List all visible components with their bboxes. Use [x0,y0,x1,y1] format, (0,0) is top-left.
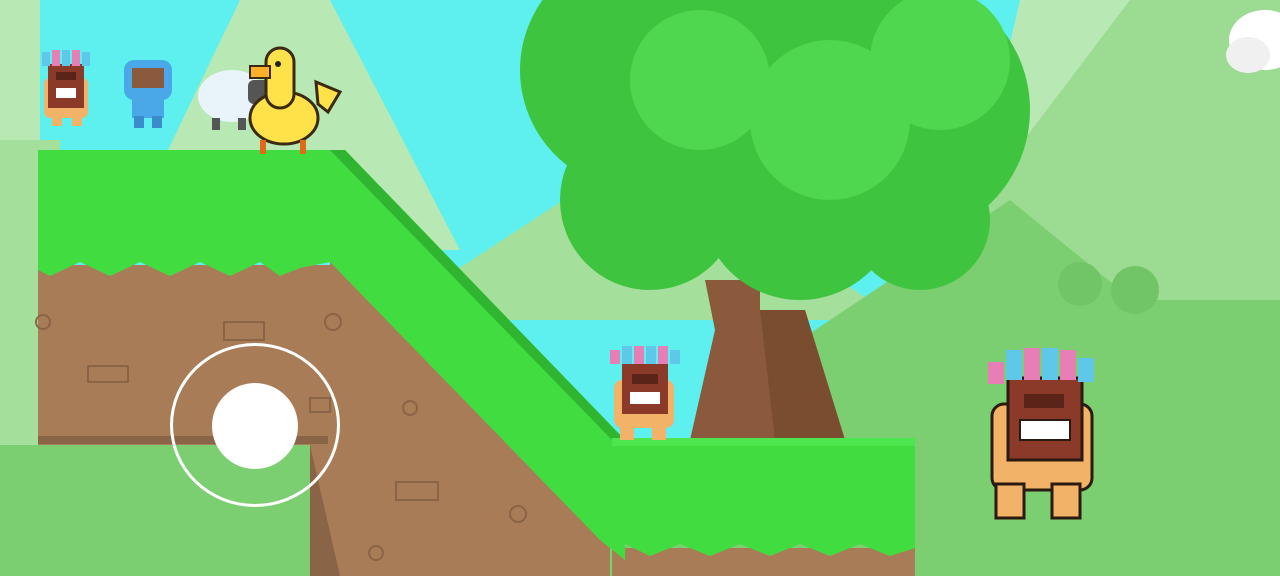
joystick-knob[interactable] [212,383,298,469]
grass-platform [612,438,915,556]
game-scene [0,0,1280,576]
chicken-icon [248,46,343,154]
enemy-tiki-lion [604,344,690,444]
character-blue-astronaut[interactable] [118,56,178,132]
grass-plateau [38,150,330,276]
cloud [1226,37,1270,73]
astronaut-icon [124,60,172,128]
tiki-mask-icon [610,346,680,440]
tiki-mask-icon [988,348,1094,520]
bush [1058,262,1102,306]
character-yellow-chicken[interactable] [244,42,344,156]
bush [1111,266,1159,314]
tiki-mask-icon [42,50,90,126]
character-tiki-lion[interactable] [34,48,98,132]
player-tiki-lion [982,344,1114,524]
